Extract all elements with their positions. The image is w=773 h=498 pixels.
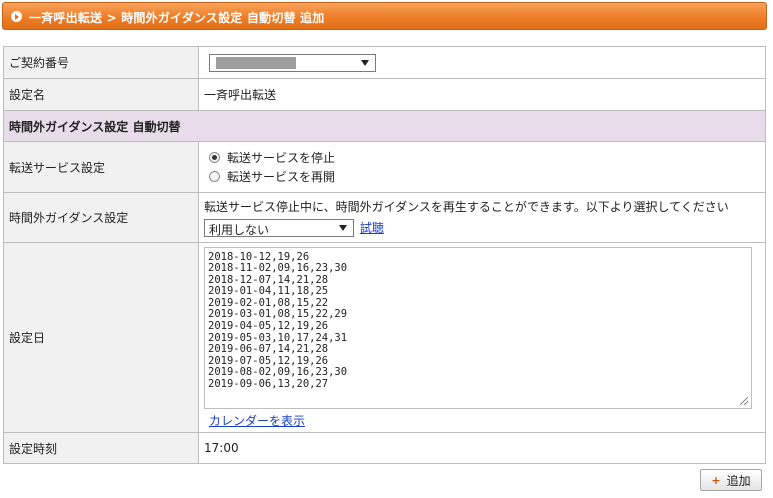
time-label: 設定時刻 — [3, 432, 199, 464]
page-title: 一斉呼出転送 > 時間外ガイダンス設定 自動切替 追加 — [29, 11, 325, 25]
trial-listen-link[interactable]: 試聴 — [360, 221, 384, 235]
radio-stop-label: 転送サービスを停止 — [227, 151, 336, 165]
radio-resume-transfer[interactable]: 転送サービスを再開 — [209, 167, 760, 186]
chevron-down-icon — [361, 59, 369, 66]
add-button-label: 追加 — [726, 473, 751, 488]
radio-stop-transfer[interactable]: 転送サービスを停止 — [209, 148, 760, 167]
contract-number-select[interactable] — [209, 53, 376, 72]
page-header: 一斉呼出転送 > 時間外ガイダンス設定 自動切替 追加 — [2, 2, 767, 30]
row-dates: 設定日 2018-10-12,19,26 2018-11-02,09,16,23… — [3, 242, 766, 433]
transfer-service-label: 転送サービス設定 — [3, 141, 199, 193]
resize-handle-icon[interactable] — [740, 396, 748, 405]
transfer-service-cell: 転送サービスを停止 転送サービスを再開 — [198, 141, 766, 193]
setting-name-label: 設定名 — [3, 78, 199, 111]
plus-icon: + — [711, 473, 721, 487]
row-section-header: 時間外ガイダンス設定 自動切替 — [3, 110, 766, 142]
contract-cell — [198, 46, 766, 79]
dates-label: 設定日 — [3, 242, 199, 433]
show-calendar-link[interactable]: カレンダーを表示 — [209, 412, 305, 429]
guidance-label: 時間外ガイダンス設定 — [3, 192, 199, 243]
dates-textarea[interactable]: 2018-10-12,19,26 2018-11-02,09,16,23,30 … — [204, 246, 752, 409]
contract-label: ご契約番号 — [3, 46, 199, 79]
guidance-description: 転送サービス停止中に、時間外ガイダンスを再生することができます。以下より選択して… — [204, 199, 729, 214]
time-value: 17:00 — [198, 432, 766, 464]
masked-contract-number — [216, 56, 296, 69]
row-setting-name: 設定名 一斉呼出転送 — [3, 78, 766, 111]
row-contract: ご契約番号 — [3, 46, 766, 79]
radio-button-unchecked[interactable] — [209, 171, 220, 182]
settings-form: ご契約番号 設定名 一斉呼出転送 時間外ガイダンス設定 自動切替 転送サービス設… — [3, 46, 766, 464]
guidance-select[interactable]: 利用しない — [204, 219, 354, 238]
dates-cell: 2018-10-12,19,26 2018-11-02,09,16,23,30 … — [198, 242, 766, 433]
chevron-down-icon — [339, 225, 347, 232]
circle-arrow-icon — [11, 11, 22, 22]
guidance-cell: 転送サービス停止中に、時間外ガイダンスを再生することができます。以下より選択して… — [198, 192, 766, 243]
guidance-select-value: 利用しない — [209, 223, 270, 238]
section-title: 時間外ガイダンス設定 自動切替 — [3, 110, 766, 142]
row-guidance: 時間外ガイダンス設定 転送サービス停止中に、時間外ガイダンスを再生することができ… — [3, 192, 766, 243]
row-transfer-service: 転送サービス設定 転送サービスを停止 転送サービスを再開 — [3, 141, 766, 193]
dates-text: 2018-10-12,19,26 2018-11-02,09,16,23,30 … — [208, 250, 348, 391]
row-time: 設定時刻 17:00 — [3, 432, 766, 464]
setting-name-value: 一斉呼出転送 — [198, 78, 766, 111]
radio-button-checked[interactable] — [209, 152, 220, 163]
add-button[interactable]: + 追加 — [700, 469, 762, 491]
radio-resume-label: 転送サービスを再開 — [227, 170, 336, 184]
